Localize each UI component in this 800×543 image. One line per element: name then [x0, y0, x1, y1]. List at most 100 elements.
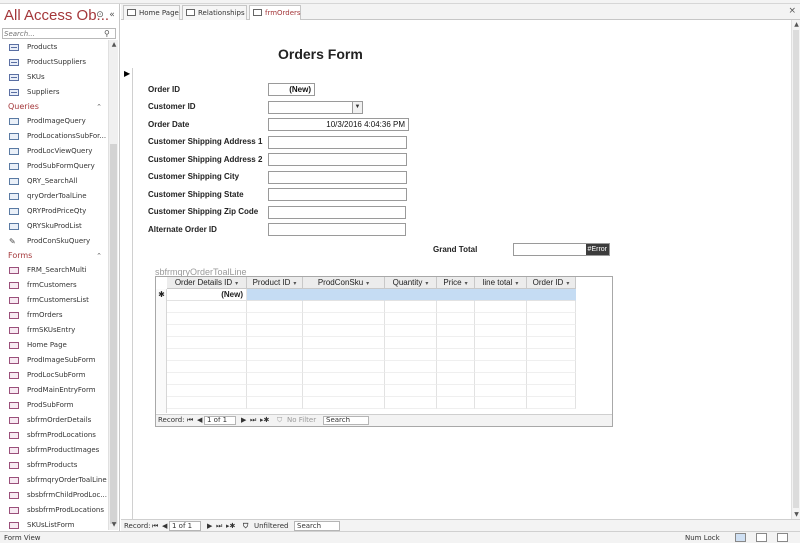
layout-view-icon[interactable] — [756, 533, 767, 542]
nav-scrollbar[interactable]: ▲ ▼ — [108, 40, 118, 530]
nav-query-item[interactable]: ProdLocationsSubFor... — [0, 129, 108, 144]
nav-table-item[interactable]: ProductSuppliers — [0, 55, 108, 70]
new-record-row[interactable]: ✱ (New) — [156, 289, 612, 301]
first-record-icon[interactable]: ⏮ — [187, 416, 193, 425]
nav-query-item[interactable]: QRYProdPriceQty — [0, 204, 108, 219]
alt-order-id-field[interactable] — [268, 223, 406, 236]
nav-menu-chevron-icon[interactable]: ⊙ — [95, 10, 105, 20]
new-record-nav-icon[interactable]: ▸✱ — [226, 521, 235, 531]
next-record-icon[interactable]: ▶ — [241, 416, 246, 425]
record-selector[interactable]: ▶ — [121, 68, 133, 519]
main-filter-status[interactable]: Unfiltered — [254, 521, 288, 531]
datasheet-cell[interactable] — [527, 289, 576, 301]
column-dropdown-icon[interactable]: ▾ — [293, 281, 296, 287]
nav-search-input[interactable] — [4, 29, 100, 38]
scroll-down-icon[interactable]: ▼ — [109, 520, 119, 530]
column-header[interactable]: Price ▾ — [437, 277, 475, 289]
nav-form-item[interactable]: frmCustomers — [0, 278, 108, 293]
search-icon[interactable]: ⚲ — [104, 29, 114, 38]
collapse-group-icon[interactable]: ⌃ — [96, 100, 102, 114]
column-dropdown-icon[interactable]: ▾ — [366, 281, 369, 287]
collapse-group-icon[interactable]: ⌃ — [96, 249, 102, 263]
city-field[interactable] — [268, 171, 407, 184]
addr2-field[interactable] — [268, 153, 407, 166]
column-dropdown-icon[interactable]: ▾ — [515, 281, 518, 287]
column-dropdown-icon[interactable]: ▾ — [235, 281, 238, 287]
new-record-icon[interactable]: ✱ — [156, 289, 167, 301]
scroll-thumb[interactable] — [110, 144, 117, 524]
nav-table-item[interactable]: Suppliers — [0, 85, 108, 100]
addr1-field[interactable] — [268, 136, 407, 149]
nav-form-item[interactable]: sbsbfrmProdLocations — [0, 503, 108, 518]
nav-query-item[interactable]: QRYSkuProdList — [0, 219, 108, 234]
nav-form-item[interactable]: sbfrmProducts — [0, 458, 108, 473]
column-dropdown-icon[interactable]: ▾ — [425, 281, 428, 287]
nav-form-item[interactable]: ProdSubForm — [0, 398, 108, 413]
tab-home-page[interactable]: Home Page — [123, 5, 180, 20]
nav-form-item[interactable]: frmSKUsEntry — [0, 323, 108, 338]
nav-group-forms[interactable]: Forms ⌃ — [0, 249, 108, 263]
datasheet-cell[interactable] — [385, 289, 437, 301]
nav-query-item[interactable]: ✎ ProdConSkuQuery — [0, 234, 108, 249]
datasheet-cell[interactable] — [475, 289, 527, 301]
nav-form-item[interactable]: sbfrmProdLocations — [0, 428, 108, 443]
nav-form-item[interactable]: ProdLocSubForm — [0, 368, 108, 383]
grand-total-field[interactable]: #Error — [513, 243, 610, 256]
nav-query-item[interactable]: QRY_SearchAll — [0, 174, 108, 189]
column-header[interactable]: line total ▾ — [475, 277, 527, 289]
datasheet-cell[interactable]: (New) — [167, 289, 247, 301]
column-dropdown-icon[interactable]: ▾ — [465, 281, 468, 287]
nav-table-item[interactable]: SKUs — [0, 70, 108, 85]
customer-id-combo[interactable]: ▼ — [268, 101, 363, 114]
form-scrollbar[interactable]: ▲ ▼ — [791, 20, 800, 519]
nav-form-item[interactable]: Home Page — [0, 338, 108, 353]
datasheet-cell[interactable] — [437, 289, 475, 301]
order-date-field[interactable]: 10/3/2016 4:04:36 PM — [268, 118, 409, 131]
nav-title[interactable]: All Access Ob... — [4, 7, 109, 24]
prev-record-icon[interactable]: ◀ — [162, 521, 167, 531]
last-record-icon[interactable]: ⏭ — [250, 416, 256, 425]
form-view-icon[interactable] — [735, 533, 746, 542]
nav-form-item[interactable]: ProdImageSubForm — [0, 353, 108, 368]
nav-form-item[interactable]: ProdMainEntryForm — [0, 383, 108, 398]
order-id-field[interactable]: (New) — [268, 83, 315, 96]
nav-form-item[interactable]: frmCustomersList — [0, 293, 108, 308]
tab-relationships[interactable]: Relationships — [182, 5, 247, 20]
datasheet-cell[interactable] — [247, 289, 303, 301]
first-record-icon[interactable]: ⏮ — [152, 521, 158, 531]
last-record-icon[interactable]: ⏭ — [216, 521, 222, 531]
column-dropdown-icon[interactable]: ▾ — [566, 281, 569, 287]
column-header[interactable]: ProdConSku ▾ — [303, 277, 385, 289]
subform-filter-status[interactable]: No Filter — [287, 416, 316, 425]
nav-collapse-icon[interactable]: « — [107, 10, 117, 20]
column-header[interactable]: Order Details ID ▾ — [167, 277, 247, 289]
nav-table-item[interactable]: Products — [0, 40, 108, 55]
state-field[interactable] — [268, 188, 407, 201]
next-record-icon[interactable]: ▶ — [207, 521, 212, 531]
nav-form-item[interactable]: FRM_SearchMulti — [0, 263, 108, 278]
scroll-thumb[interactable] — [793, 30, 799, 508]
design-view-icon[interactable] — [777, 533, 788, 542]
nav-group-queries[interactable]: Queries ⌃ — [0, 100, 108, 114]
main-search-input[interactable] — [294, 521, 340, 531]
column-header[interactable]: Product ID ▾ — [247, 277, 303, 289]
nav-form-item[interactable]: SKUsListForm — [0, 518, 108, 530]
nav-form-item[interactable]: sbfrmqryOrderToalLine — [0, 473, 108, 488]
nav-form-item[interactable]: sbfrmProductImages — [0, 443, 108, 458]
nav-query-item[interactable]: ProdImageQuery — [0, 114, 108, 129]
prev-record-icon[interactable]: ◀ — [197, 416, 202, 425]
scroll-up-icon[interactable]: ▲ — [109, 40, 119, 50]
subform-search-input[interactable] — [323, 416, 369, 425]
scroll-down-icon[interactable]: ▼ — [792, 510, 800, 519]
nav-form-item[interactable]: sbsbfrmChildProdLoc... — [0, 488, 108, 503]
column-header[interactable]: Order ID ▾ — [527, 277, 576, 289]
datasheet-cell[interactable] — [303, 289, 385, 301]
main-record-input[interactable] — [169, 521, 201, 531]
close-icon[interactable]: × — [788, 6, 796, 16]
nav-form-item[interactable]: sbfrmOrderDetails — [0, 413, 108, 428]
nav-form-item[interactable]: frmOrders — [0, 308, 108, 323]
scroll-up-icon[interactable]: ▲ — [792, 20, 800, 29]
new-record-nav-icon[interactable]: ▸✱ — [260, 416, 269, 425]
tab-frmorders[interactable]: frmOrders — [249, 5, 301, 21]
chevron-down-icon[interactable]: ▼ — [352, 102, 362, 113]
